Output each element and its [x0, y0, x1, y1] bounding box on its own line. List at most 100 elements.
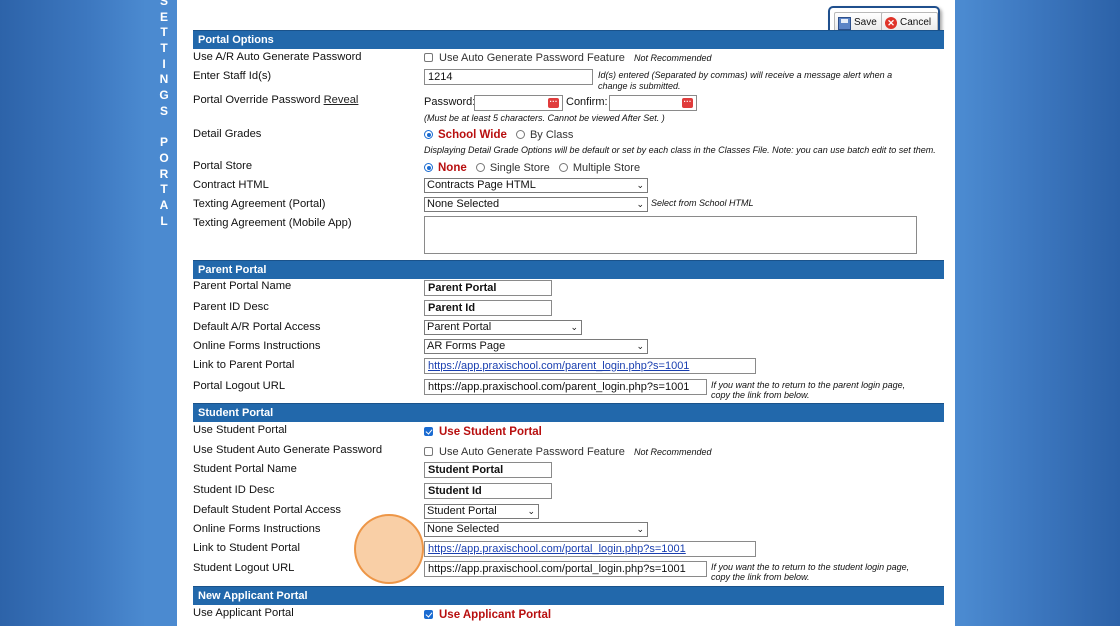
parent-forms-value: AR Forms Page [427, 340, 506, 352]
auto-pw-checkbox[interactable] [424, 53, 433, 62]
parent-access-label: Default A/R Portal Access [193, 321, 321, 333]
portal-store-opt-none: None [438, 162, 467, 174]
student-id-desc-input[interactable]: Student Id [424, 483, 552, 499]
detail-grades-opt-school-wide: School Wide [438, 129, 507, 141]
parent-name-label: Parent Portal Name [193, 280, 292, 292]
vertical-title-letter: T [160, 41, 168, 56]
parent-access-select[interactable]: Parent Portal ⌄ [424, 320, 582, 335]
vertical-title-letter: G [159, 88, 169, 103]
vertical-title-letter: R [159, 166, 169, 181]
use-student-portal-control: Use Student Portal [424, 426, 542, 438]
student-name-input[interactable]: Student Portal [424, 462, 552, 478]
chevron-down-icon: ⌄ [636, 524, 644, 534]
password-input[interactable]: ··· [474, 95, 563, 111]
override-pw-note: (Must be at least 5 characters. Cannot b… [424, 113, 665, 123]
student-forms-value: None Selected [427, 523, 500, 535]
detail-grades-radio-school-wide[interactable] [424, 130, 433, 139]
portal-store-radio-none[interactable] [424, 163, 433, 172]
parent-logout-label: Portal Logout URL [193, 380, 286, 392]
auto-pw-label: Use A/R Auto Generate Password [193, 51, 362, 63]
student-auto-pw-note: Not Recommended [633, 447, 712, 457]
student-id-desc-label: Student ID Desc [193, 484, 275, 496]
contract-html-select[interactable]: Contracts Page HTML ⌄ [424, 178, 648, 193]
vertical-title-letter: S [159, 0, 168, 8]
parent-link-label: Link to Parent Portal [193, 359, 295, 371]
use-student-portal-label: Use Student Portal [193, 424, 287, 436]
parent-forms-select[interactable]: AR Forms Page ⌄ [424, 339, 648, 354]
portal-store-radio-single[interactable] [475, 163, 485, 172]
student-logout-label: Student Logout URL [193, 562, 295, 574]
student-auto-pw-checkbox[interactable] [424, 447, 433, 456]
vertical-title-letter: E [159, 9, 168, 24]
detail-grades-opt-by-class: By Class [529, 129, 574, 141]
portal-store-options: None Single Store Multiple Store [424, 162, 640, 174]
use-applicant-portal-checkbox[interactable] [424, 610, 433, 619]
student-logout-input[interactable]: https://app.praxischool.com/portal_login… [424, 561, 707, 577]
section-header-applicant-portal: New Applicant Portal [193, 586, 944, 605]
override-pw-label-text: Portal Override Password [193, 94, 321, 106]
student-access-select[interactable]: Student Portal ⌄ [424, 504, 539, 519]
parent-logout-input[interactable]: https://app.praxischool.com/parent_login… [424, 379, 707, 395]
parent-id-desc-input[interactable]: Parent Id [424, 300, 552, 316]
vertical-title-letter: T [160, 25, 168, 40]
student-link-label: Link to Student Portal [193, 542, 300, 554]
texting-app-label: Texting Agreement (Mobile App) [193, 217, 352, 229]
student-name-label: Student Portal Name [193, 463, 297, 475]
texting-portal-select[interactable]: None Selected ⌄ [424, 197, 648, 212]
reveal-link[interactable]: Reveal [324, 94, 359, 106]
vertical-title-letter: P [159, 135, 168, 150]
detail-grades-radio-by-class[interactable] [515, 130, 525, 139]
student-logout-note: If you want the to return to the student… [711, 562, 910, 582]
portal-store-radio-multiple[interactable] [558, 163, 568, 172]
parent-forms-label: Online Forms Instructions [193, 340, 321, 352]
detail-grades-note: Displaying Detail Grade Options will be … [424, 145, 936, 155]
section-header-parent-portal: Parent Portal [193, 260, 944, 279]
confirm-manager-icon: ··· [682, 97, 693, 108]
staff-ids-note: Id(s) entered (Separated by commas) will… [598, 70, 893, 91]
chevron-down-icon: ⌄ [636, 180, 644, 190]
parent-id-desc-label: Parent ID Desc [193, 301, 269, 313]
student-auto-pw-control: Use Auto Generate Password Feature Not R… [424, 446, 712, 458]
staff-ids-input[interactable]: 1214 [424, 69, 593, 85]
portal-store-opt-single: Single Store [489, 162, 550, 174]
use-student-portal-checkbox[interactable] [424, 427, 433, 436]
detail-grades-options: School Wide By Class [424, 129, 573, 141]
portal-store-label: Portal Store [193, 160, 253, 172]
cancel-icon: ✕ [885, 17, 897, 29]
student-auto-pw-checkbox-label: Use Auto Generate Password Feature [439, 446, 625, 458]
student-forms-select[interactable]: None Selected ⌄ [424, 522, 648, 537]
vertical-title-letter: S [159, 103, 168, 118]
vertical-title-letter: O [159, 150, 169, 165]
parent-portal-link[interactable]: https://app.praxischool.com/parent_login… [424, 358, 756, 374]
parent-name-input[interactable]: Parent Portal [424, 280, 552, 296]
auto-pw-control: Use Auto Generate Password Feature Not R… [424, 52, 712, 64]
password-manager-icon: ··· [548, 97, 559, 108]
student-access-value: Student Portal [427, 505, 497, 517]
auto-pw-note: Not Recommended [633, 53, 712, 63]
vertical-page-title: SETTINGS PORTAL [156, 0, 172, 229]
chevron-down-icon: ⌄ [527, 506, 535, 516]
parent-logout-note: If you want the to return to the parent … [711, 380, 906, 400]
texting-app-textarea[interactable] [424, 216, 917, 254]
texting-portal-note: Select from School HTML [651, 198, 754, 208]
staff-ids-label: Enter Staff Id(s) [193, 70, 272, 82]
contract-html-value: Contracts Page HTML [427, 179, 536, 191]
section-header-student-portal: Student Portal [193, 403, 944, 422]
save-icon [838, 16, 851, 30]
detail-grades-label: Detail Grades [193, 128, 262, 140]
student-portal-link[interactable]: https://app.praxischool.com/portal_login… [424, 541, 756, 557]
student-auto-pw-label: Use Student Auto Generate Password [193, 444, 383, 456]
click-highlight-indicator [354, 514, 424, 584]
override-pw-label: Portal Override Password Reveal [193, 94, 358, 106]
vertical-title-letter: T [160, 182, 168, 197]
parent-access-value: Parent Portal [427, 321, 492, 333]
vertical-title-letter: A [159, 197, 169, 212]
texting-portal-value: None Selected [427, 198, 500, 210]
portal-store-opt-multiple: Multiple Store [572, 162, 641, 174]
texting-portal-label: Texting Agreement (Portal) [193, 198, 326, 210]
confirm-input[interactable]: ··· [609, 95, 697, 111]
auto-pw-checkbox-label: Use Auto Generate Password Feature [439, 52, 625, 64]
use-applicant-portal-control: Use Applicant Portal [424, 609, 551, 621]
student-forms-label: Online Forms Instructions [193, 523, 321, 535]
chevron-down-icon: ⌄ [570, 322, 578, 332]
